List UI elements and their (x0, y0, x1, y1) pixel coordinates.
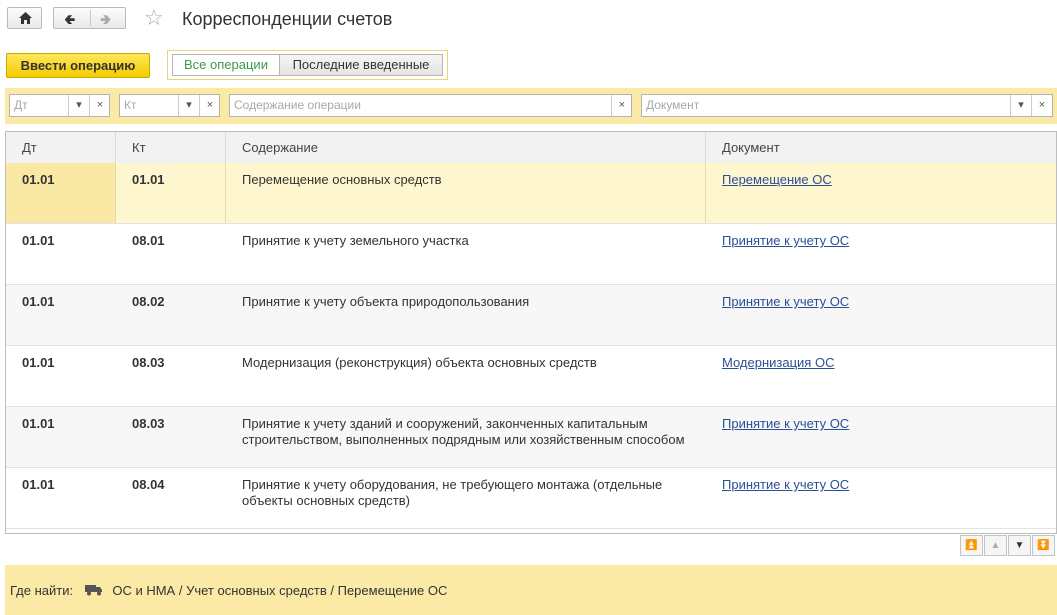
dt-cell: 01.01 (22, 294, 55, 309)
where-to-find: Где найти: ОС и НМА / Учет основных сред… (10, 583, 447, 598)
filter-bar: Дт ▾ × Кт ▾ × Содержание операции × Доку… (5, 88, 1057, 124)
operations-toggle: Все операции Последние введенные (167, 50, 448, 80)
kt-cell: 08.03 (132, 355, 165, 370)
history-nav: 🢀 🢂 (53, 7, 126, 29)
table-row[interactable]: 01.01 08.03 Принятие к учету зданий и со… (6, 407, 1056, 468)
page-title: Корреспонденции счетов (182, 9, 393, 29)
table-row[interactable]: 01.01 08.02 Принятие к учету объекта при… (6, 285, 1056, 346)
dt-filter-field[interactable]: Дт ▾ × (9, 94, 110, 117)
dt-cell: 01.01 (22, 233, 55, 248)
kt-filter-placeholder: Кт (124, 98, 137, 112)
clear-icon[interactable]: × (89, 95, 110, 116)
content-line: Принятие к учету зданий и сооружений, за… (242, 416, 648, 431)
where-to-find-panel: Где найти: ОС и НМА / Учет основных сред… (5, 565, 1057, 615)
dt-cell: 01.01 (6, 163, 116, 223)
dropdown-icon[interactable]: ▾ (178, 95, 199, 116)
content-filter-placeholder: Содержание операции (234, 98, 361, 112)
scroll-bottom-icon[interactable]: ⏬ (1032, 535, 1055, 556)
back-arrow-icon[interactable]: 🢀 (64, 12, 75, 26)
dt-cell: 01.01 (22, 355, 55, 370)
column-header-kt[interactable]: Кт (116, 132, 226, 163)
document-cell: Модернизация ОС (706, 346, 1056, 406)
table-row[interactable]: 01.01 08.04 Принятие к учету оборудовани… (6, 468, 1056, 529)
content-line: объекты основных средств) (242, 493, 410, 508)
kt-cell: 01.01 (116, 163, 226, 223)
scroll-top-icon[interactable]: ⏫ (960, 535, 983, 556)
document-cell: Перемещение ОС (706, 163, 1056, 223)
content-cell: Принятие к учету оборудования, не требую… (226, 468, 706, 528)
content-cell: Принятие к учету земельного участка (226, 224, 706, 284)
content-line: Принятие к учету объекта природопользова… (242, 294, 530, 309)
column-header-content[interactable]: Содержание (226, 132, 706, 163)
correspondence-table: Дт Кт Содержание Документ 01.01 01.01 Пе… (5, 131, 1057, 534)
dt-cell: 01.01 (22, 477, 55, 492)
table-row[interactable]: 01.01 01.01 Перемещение основных средств… (6, 163, 1056, 224)
navigation-path[interactable]: ОС и НМА / Учет основных средств / Перем… (112, 583, 447, 598)
dropdown-icon[interactable]: ▾ (68, 95, 89, 116)
kt-cell: 08.02 (132, 294, 165, 309)
clear-icon[interactable]: × (611, 95, 632, 116)
kt-cell: 08.03 (132, 416, 165, 431)
enter-operation-button[interactable]: Ввести операцию (6, 53, 150, 78)
table-header: Дт Кт Содержание Документ (6, 132, 1056, 164)
document-link[interactable]: Принятие к учету ОС (722, 233, 849, 248)
clear-icon[interactable]: × (199, 95, 220, 116)
dt-filter-placeholder: Дт (14, 98, 28, 112)
column-header-dt[interactable]: Дт (6, 132, 116, 163)
scroll-down-icon[interactable]: ▼ (1008, 535, 1031, 556)
content-line: Модернизация (реконструкция) объекта осн… (242, 355, 597, 370)
tab-recent-operations[interactable]: Последние введенные (280, 54, 443, 76)
content-line: строительством, выполненных подрядным ил… (242, 432, 685, 447)
document-link[interactable]: Принятие к учету ОС (722, 294, 849, 309)
content-cell: Перемещение основных средств (226, 163, 706, 223)
clear-icon[interactable]: × (1031, 95, 1052, 116)
forward-arrow-icon[interactable]: 🢂 (100, 12, 111, 26)
table-row[interactable]: 01.01 08.01 Принятие к учету земельного … (6, 224, 1056, 285)
truck-icon (84, 585, 102, 596)
document-cell: Принятие к учету ОС (706, 285, 1056, 345)
document-cell: Принятие к учету ОС (706, 407, 1056, 467)
kt-cell: 08.01 (132, 233, 165, 248)
document-link[interactable]: Принятие к учету ОС (722, 416, 849, 431)
document-filter-field[interactable]: Документ ▾ × (641, 94, 1053, 117)
document-cell: Принятие к учету ОС (706, 224, 1056, 284)
kt-filter-field[interactable]: Кт ▾ × (119, 94, 220, 117)
home-icon (19, 12, 32, 24)
tab-all-operations[interactable]: Все операции (172, 54, 280, 76)
column-header-document[interactable]: Документ (706, 132, 1056, 163)
kt-cell: 08.04 (132, 477, 165, 492)
dropdown-icon[interactable]: ▾ (1010, 95, 1031, 116)
dt-cell: 01.01 (22, 416, 55, 431)
favorite-star-icon[interactable]: ☆ (144, 7, 164, 29)
where-to-find-label: Где найти: (10, 583, 74, 598)
content-cell: Модернизация (реконструкция) объекта осн… (226, 346, 706, 406)
content-cell: Принятие к учету зданий и сооружений, за… (226, 407, 706, 467)
content-cell: Принятие к учету объекта природопользова… (226, 285, 706, 345)
content-line: Принятие к учету земельного участка (242, 233, 469, 248)
document-filter-placeholder: Документ (646, 98, 700, 112)
document-link[interactable]: Принятие к учету ОС (722, 477, 849, 492)
document-cell: Принятие к учету ОС (706, 468, 1056, 528)
table-row[interactable]: 01.01 08.03 Модернизация (реконструкция)… (6, 346, 1056, 407)
content-filter-field[interactable]: Содержание операции × (229, 94, 632, 117)
content-line: Принятие к учету оборудования, не требую… (242, 477, 663, 492)
document-link[interactable]: Перемещение ОС (722, 172, 832, 187)
home-button[interactable] (7, 7, 42, 29)
scroll-up-icon[interactable]: ▲ (984, 535, 1007, 556)
document-link[interactable]: Модернизация ОС (722, 355, 834, 370)
content-line: Перемещение основных средств (242, 172, 442, 187)
